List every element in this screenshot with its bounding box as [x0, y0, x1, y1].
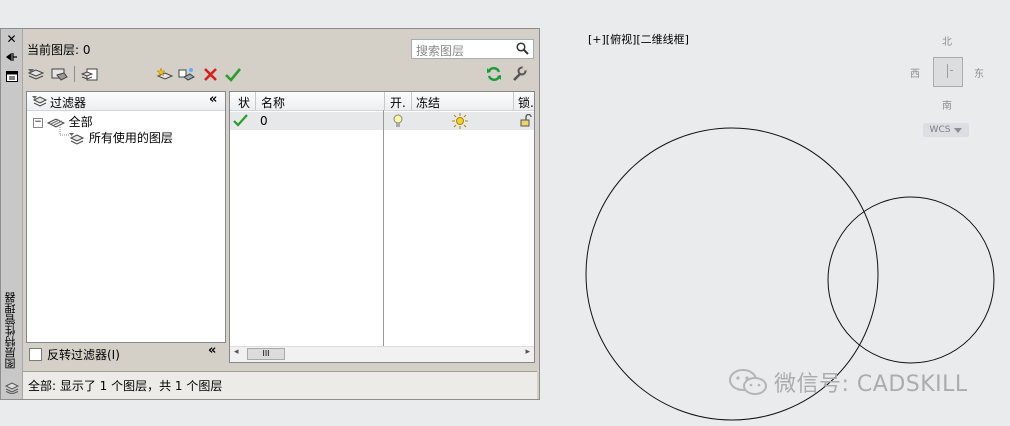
viewcube-top-face[interactable] [933, 57, 963, 87]
unlocked-icon[interactable] [520, 114, 532, 127]
toolbar-separator [74, 66, 75, 82]
col-freeze[interactable]: 冻结 [416, 94, 440, 111]
col-on[interactable]: 开. [390, 94, 406, 111]
layer-states-icon [80, 68, 97, 80]
new-layer-frozen-icon [178, 67, 195, 81]
delete-layer-button[interactable] [201, 65, 219, 83]
set-current-button[interactable] [224, 65, 242, 83]
layer-properties-palette: ✕ 图层特性管理器 当前图层: 0 搜索图层 过滤器 « − 全部 所有使用的图… [0, 28, 540, 400]
tree-node-used-layers-label: 所有使用的图层 [88, 131, 173, 145]
filter-panel-header: 过滤器 « [27, 92, 225, 111]
new-group-filter-icon [51, 68, 68, 81]
layer-search-input[interactable]: 搜索图层 [411, 39, 534, 59]
col-status[interactable]: 状 [238, 94, 250, 111]
layer-states-manager-button[interactable] [80, 65, 98, 83]
close-icon[interactable]: ✕ [4, 32, 19, 46]
viewcube-south[interactable]: 南 [942, 97, 952, 112]
scroll-left-icon[interactable]: ◂ [234, 347, 239, 357]
col-name[interactable]: 名称 [261, 94, 285, 111]
horizontal-scrollbar[interactable]: ◂ III ▸ [230, 346, 534, 362]
new-layer-vp-frozen-button[interactable] [177, 65, 195, 83]
viewcube-east[interactable]: 东 [974, 65, 984, 80]
collapse-filter-bottom-icon[interactable]: « [208, 343, 216, 358]
collapse-filter-icon[interactable]: « [209, 92, 217, 107]
viewcube-north[interactable]: 北 [942, 33, 952, 48]
invert-filter-checkbox[interactable] [29, 348, 42, 361]
refresh-button[interactable] [485, 65, 503, 83]
chevron-down-icon [954, 127, 963, 133]
lightbulb-on-icon[interactable] [393, 114, 403, 128]
status-text: 全部: 显示了 1 个图层，共 1 个图层 [28, 379, 223, 393]
new-property-filter-button[interactable] [26, 65, 44, 83]
list-divider [383, 110, 384, 346]
filter-tree-panel: 过滤器 « − 全部 所有使用的图层 [26, 91, 226, 343]
small-circle[interactable] [827, 196, 995, 364]
scroll-right-icon[interactable]: ▸ [525, 347, 530, 357]
properties-icon[interactable] [4, 69, 19, 83]
ucs-menu-button[interactable]: WCS [923, 123, 969, 137]
invert-filter-label: 反转过滤器(I) [47, 348, 120, 362]
layer-list-panel: 状 名称 开. 冻结 锁. 0 ◂ III ▸ [229, 91, 535, 363]
delete-icon [203, 67, 217, 81]
scroll-thumb[interactable]: III [247, 348, 285, 360]
search-placeholder: 搜索图层 [416, 44, 465, 58]
new-layer-icon [155, 66, 173, 80]
viewcube-west[interactable]: 西 [910, 65, 920, 80]
wechat-icon [729, 369, 767, 395]
search-icon[interactable] [516, 42, 529, 55]
new-layer-button[interactable] [155, 65, 173, 83]
tree-branch-line [59, 125, 69, 136]
layer-row[interactable]: 0 [230, 112, 534, 130]
wechat-watermark: 微信号: CADSKILL [728, 366, 968, 398]
watermark-text: 微信号: CADSKILL [774, 372, 968, 397]
wrench-icon [513, 66, 527, 81]
current-layer-label: 当前图层: 0 [27, 43, 91, 57]
layers-icon [4, 381, 19, 395]
filter-icon [32, 96, 48, 107]
viewport-controls-label[interactable]: [+][俯视][二维线框] [588, 31, 689, 47]
tree-collapse-icon[interactable]: − [33, 117, 43, 128]
checkmark-icon [225, 67, 241, 82]
current-layer-check-icon [233, 114, 248, 127]
ucs-label: WCS [929, 125, 951, 135]
layer-list-header: 状 名称 开. 冻结 锁. [230, 92, 534, 111]
refresh-icon [487, 67, 501, 81]
new-group-filter-button[interactable] [50, 65, 68, 83]
palette-vertical-title: 图层特性管理器 [4, 292, 17, 370]
layer-name[interactable]: 0 [260, 114, 268, 128]
autohide-icon[interactable] [4, 50, 19, 64]
tree-node-used-layers[interactable]: 所有使用的图层 [69, 129, 173, 146]
palette-main: 当前图层: 0 搜索图层 过滤器 « − 全部 所有使用的图层 反转过滤器(I)… [23, 29, 539, 399]
palette-title-strip[interactable]: ✕ 图层特性管理器 [1, 29, 23, 399]
sun-thawed-icon[interactable] [452, 113, 468, 129]
tree-node-all-label: 全部 [68, 115, 93, 129]
new-property-filter-icon [27, 68, 44, 80]
filter-header-label: 过滤器 [50, 96, 87, 110]
col-lock[interactable]: 锁. [518, 94, 534, 111]
settings-button[interactable] [510, 65, 528, 83]
status-bar: 全部: 显示了 1 个图层，共 1 个图层 [23, 371, 537, 399]
filter-icon [69, 133, 85, 145]
